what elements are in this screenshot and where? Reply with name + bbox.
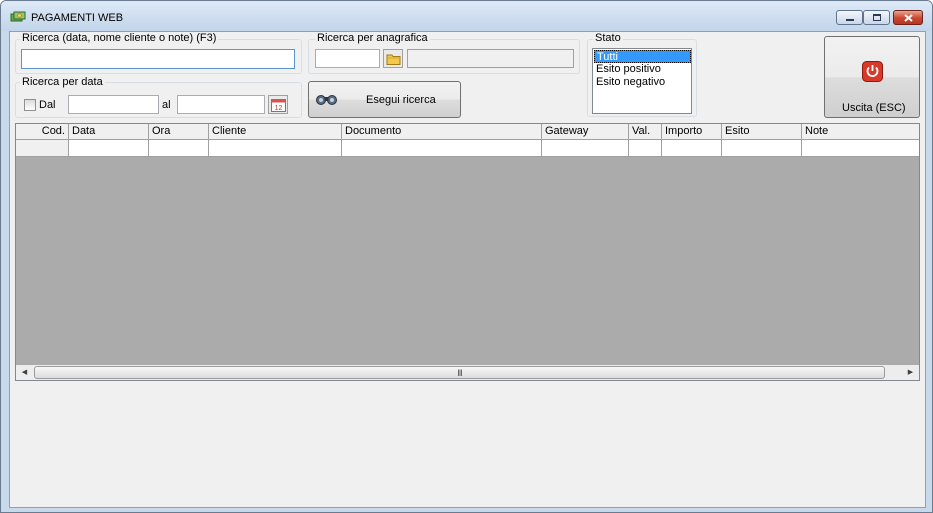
date-filter-checkbox[interactable] <box>24 99 36 111</box>
column-header[interactable]: Ora <box>149 124 209 140</box>
form-client-area: Ricerca (data, nome cliente o note) (F3)… <box>9 31 926 508</box>
scroll-thumb[interactable]: III <box>34 366 885 379</box>
stato-label: Stato <box>593 32 623 44</box>
close-button[interactable] <box>893 10 923 25</box>
calendar-button[interactable]: 12 <box>268 95 288 114</box>
window-title: PAGAMENTI WEB <box>31 12 124 24</box>
search-anagrafica-label: Ricerca per anagrafica <box>315 32 430 44</box>
title-bar[interactable]: PAGAMENTI WEB <box>1 1 932 31</box>
table-cell[interactable] <box>662 140 722 157</box>
search-text-label: Ricerca (data, nome cliente o note) (F3) <box>20 32 219 44</box>
stato-option[interactable]: Esito negativo <box>594 76 691 89</box>
date-to-label: al <box>162 99 171 111</box>
table-cell[interactable] <box>722 140 802 157</box>
search-date-label: Ricerca per data <box>20 76 105 88</box>
scroll-right-arrow-icon[interactable]: ▶ <box>902 365 919 380</box>
stato-option[interactable]: Esito positivo <box>594 63 691 76</box>
close-icon <box>904 14 913 22</box>
search-text-input[interactable] <box>21 49 295 69</box>
calendar-day-number: 12 <box>275 105 283 112</box>
column-header[interactable]: Esito <box>722 124 802 140</box>
column-header[interactable]: Note <box>802 124 919 140</box>
date-to-input[interactable] <box>177 95 265 114</box>
payments-grid[interactable]: Cod. Data Ora Cliente Documento Gateway Val. Im… <box>15 123 920 381</box>
scroll-left-arrow-icon[interactable]: ◀ <box>16 365 33 380</box>
date-from-input[interactable] <box>68 95 159 114</box>
run-search-button[interactable]: Esegui ricerca <box>308 81 461 118</box>
anagrafica-code-input[interactable] <box>315 49 380 68</box>
column-header[interactable]: Cliente <box>209 124 342 140</box>
table-cell[interactable] <box>342 140 542 157</box>
exit-label: Uscita (ESC) <box>842 102 906 114</box>
folder-icon <box>386 54 401 65</box>
exit-button[interactable]: Uscita (ESC) <box>824 36 920 118</box>
table-cell[interactable] <box>802 140 919 157</box>
table-cell[interactable] <box>209 140 342 157</box>
column-header[interactable]: Importo <box>662 124 722 140</box>
table-cell[interactable] <box>629 140 662 157</box>
scroll-grip: III <box>457 368 463 378</box>
column-header[interactable]: Data <box>69 124 149 140</box>
run-search-label: Esegui ricerca <box>366 94 436 106</box>
anagrafica-browse-button[interactable] <box>383 49 403 68</box>
calendar-icon: 12 <box>271 99 286 112</box>
minimize-button[interactable] <box>836 10 863 25</box>
anagrafica-name-field <box>407 49 574 68</box>
date-from-label: Dal <box>39 99 56 111</box>
column-header[interactable]: Gateway <box>542 124 629 140</box>
table-cell[interactable] <box>542 140 629 157</box>
binoculars-icon <box>316 95 337 105</box>
stato-option[interactable]: Tutti <box>594 50 691 63</box>
table-cell[interactable] <box>149 140 209 157</box>
column-header[interactable]: Cod. <box>16 124 69 140</box>
power-icon <box>862 61 883 82</box>
stato-listbox[interactable]: Tutti Esito positivo Esito negativo <box>592 48 692 114</box>
horizontal-scrollbar[interactable]: ◀ III ▶ <box>15 365 920 381</box>
maximize-icon <box>873 14 881 21</box>
app-icon <box>10 11 26 22</box>
maximize-button[interactable] <box>863 10 890 25</box>
main-window: PAGAMENTI WEB Ricerca (data, nome client… <box>0 0 933 513</box>
column-header[interactable]: Documento <box>342 124 542 140</box>
table-cell[interactable] <box>69 140 149 157</box>
minimize-icon <box>846 19 854 21</box>
column-header[interactable]: Val. <box>629 124 662 140</box>
row-header-cell[interactable] <box>16 140 69 157</box>
